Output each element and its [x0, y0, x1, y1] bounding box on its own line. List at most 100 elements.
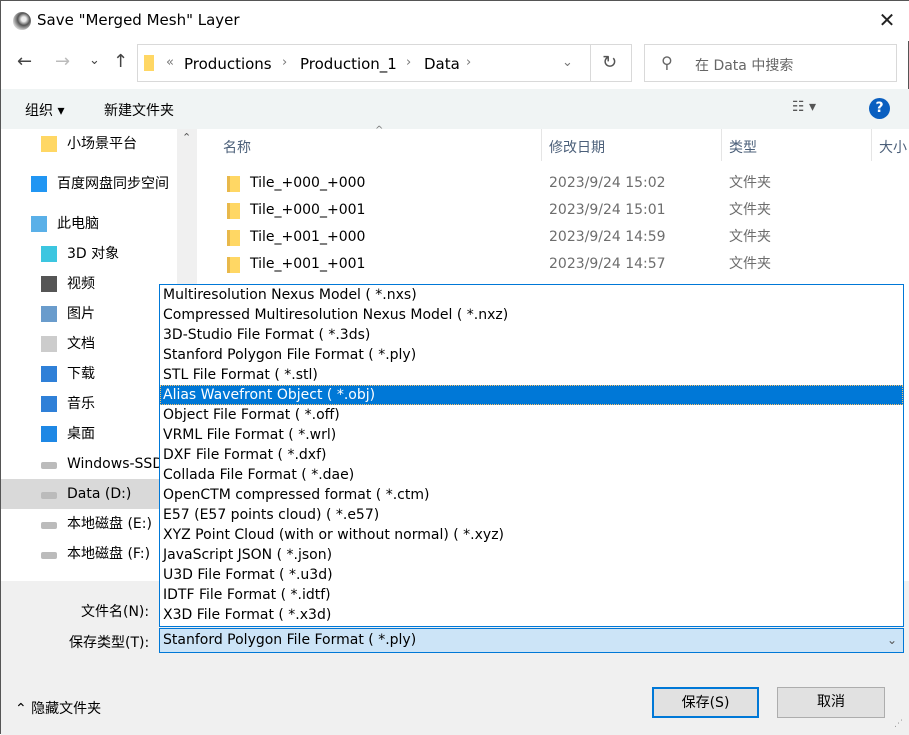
search-box[interactable]: ⚲ 在 Data 中搜索	[644, 44, 897, 82]
up-button[interactable]: ↑	[113, 51, 128, 72]
close-button[interactable]: ✕	[865, 5, 909, 37]
dropdown-option[interactable]: JavaScript JSON ( *.json)	[160, 545, 903, 565]
dropdown-option[interactable]: Stanford Polygon File Format ( *.ply)	[160, 345, 903, 365]
file-row[interactable]: Tile_+001_+001 2023/9/24 14:57 文件夹	[217, 251, 897, 278]
baidu-netdisk-icon	[31, 176, 47, 192]
organize-menu[interactable]: 组织 ▾	[25, 100, 64, 120]
file-date: 2023/9/24 15:01	[549, 202, 666, 218]
resize-grip-icon[interactable]: ⋰	[894, 719, 903, 729]
desktop-icon	[41, 426, 57, 442]
file-name: Tile_+001_+001	[250, 256, 366, 272]
hide-folders-button[interactable]: ⌃ 隐藏文件夹	[15, 698, 101, 718]
address-dropdown-button[interactable]: ⌄	[562, 55, 573, 70]
dropdown-option[interactable]: 3D-Studio File Format ( *.3ds)	[160, 325, 903, 345]
forward-button[interactable]: →	[55, 51, 70, 72]
dropdown-option[interactable]: OpenCTM compressed format ( *.ctm)	[160, 485, 903, 505]
sidebar-item[interactable]: Data (D:)	[1, 479, 177, 509]
sidebar-item[interactable]: 百度网盘同步空间	[1, 169, 177, 199]
dropdown-option[interactable]: VRML File Format ( *.wrl)	[160, 425, 903, 445]
dropdown-option[interactable]: Object File Format ( *.off)	[160, 405, 903, 425]
column-header-size[interactable]: 大小	[879, 137, 907, 157]
new-folder-button[interactable]: 新建文件夹	[104, 100, 174, 120]
breadcrumb-overflow[interactable]: «	[166, 55, 174, 70]
view-options-button[interactable]: ☷ ▾	[792, 99, 816, 115]
file-row[interactable]: Tile_+000_+000 2023/9/24 15:02 文件夹	[217, 170, 897, 197]
dropdown-option[interactable]: IDTF File Format ( *.idtf)	[160, 585, 903, 605]
sidebar-item[interactable]: 此电脑	[1, 209, 177, 239]
sidebar-item-label: 小场景平台	[67, 136, 137, 152]
save-type-dropdown-list[interactable]: Multiresolution Nexus Model ( *.nxs) Comp…	[159, 284, 904, 627]
save-button[interactable]: 保存(S)	[652, 687, 759, 718]
sidebar-item[interactable]: 3D 对象	[1, 239, 177, 269]
file-date: 2023/9/24 14:57	[549, 256, 666, 272]
music-icon	[41, 396, 57, 412]
dropdown-option[interactable]: Collada File Format ( *.dae)	[160, 465, 903, 485]
dropdown-option[interactable]: U3D File Format ( *.u3d)	[160, 565, 903, 585]
column-header-name[interactable]: 名称	[223, 137, 251, 157]
sidebar-item-label: 此电脑	[57, 216, 99, 232]
refresh-button[interactable]: ↻	[602, 52, 617, 73]
breadcrumb-data[interactable]: Data	[424, 55, 460, 73]
sidebar-item-label: 视频	[67, 276, 95, 292]
sidebar-item[interactable]: 桌面	[1, 419, 177, 449]
sidebar-item[interactable]: 本地磁盘 (F:)	[1, 539, 177, 569]
sidebar-item[interactable]: 本地磁盘 (E:)	[1, 509, 177, 539]
folder-icon	[227, 203, 240, 219]
filename-label: 文件名(N):	[81, 604, 150, 620]
breadcrumb-productions[interactable]: Productions	[184, 55, 272, 73]
breadcrumb-production-1[interactable]: Production_1	[300, 55, 397, 73]
sidebar-item-label: 图片	[67, 306, 95, 322]
chevron-right-icon: ›	[466, 55, 472, 70]
save-type-select[interactable]: Stanford Polygon File Format ( *.ply) ⌄	[159, 628, 904, 653]
sidebar-item[interactable]: Windows-SSD	[1, 449, 177, 479]
video-icon	[41, 276, 57, 292]
file-name: Tile_+000_+001	[250, 202, 366, 218]
sidebar-item[interactable]: 小场景平台	[1, 129, 177, 159]
dropdown-option[interactable]: DXF File Format ( *.dxf)	[160, 445, 903, 465]
file-row[interactable]: Tile_+001_+000 2023/9/24 14:59 文件夹	[217, 224, 897, 251]
scroll-up-icon[interactable]: ⌃	[182, 131, 191, 144]
file-row[interactable]: Tile_+000_+001 2023/9/24 15:01 文件夹	[217, 197, 897, 224]
sidebar-item[interactable]: 音乐	[1, 389, 177, 419]
dropdown-option[interactable]: X3D File Format ( *.x3d)	[160, 605, 903, 625]
save-type-value: Stanford Polygon File Format ( *.ply)	[163, 632, 417, 648]
dropdown-option[interactable]: E57 (E57 points cloud) ( *.e57)	[160, 505, 903, 525]
chevron-down-icon: ⌄	[886, 633, 897, 647]
download-icon	[41, 366, 57, 382]
recent-locations-button[interactable]: ⌄	[89, 53, 100, 68]
sidebar-item[interactable]: 文档	[1, 329, 177, 359]
sidebar-item-label: Data (D:)	[67, 486, 132, 502]
column-header-type[interactable]: 类型	[729, 137, 757, 157]
sidebar-item-label: 本地磁盘 (E:)	[67, 516, 152, 532]
search-input[interactable]: 在 Data 中搜索	[695, 55, 793, 75]
window-title: Save "Merged Mesh" Layer	[37, 11, 240, 29]
file-date: 2023/9/24 14:59	[549, 229, 666, 245]
column-header-date[interactable]: 修改日期	[549, 137, 605, 157]
computer-icon	[31, 216, 47, 232]
sidebar-item[interactable]: 下载	[1, 359, 177, 389]
file-type: 文件夹	[729, 229, 771, 245]
folder-icon	[227, 257, 240, 273]
file-type: 文件夹	[729, 175, 771, 191]
sidebar-item[interactable]: 视频	[1, 269, 177, 299]
sidebar-item-label: 桌面	[67, 426, 95, 442]
folder-icon	[227, 176, 240, 192]
sort-ascending-icon: ^	[375, 125, 384, 136]
search-icon: ⚲	[661, 53, 673, 72]
dropdown-option[interactable]: Compressed Multiresolution Nexus Model (…	[160, 305, 903, 325]
folder-icon	[41, 136, 57, 152]
sidebar-item[interactable]: 图片	[1, 299, 177, 329]
dropdown-option[interactable]: Alias Wavefront Object ( *.obj)	[160, 385, 903, 405]
dropdown-option[interactable]: STL File Format ( *.stl)	[160, 365, 903, 385]
file-name: Tile_+000_+000	[250, 175, 366, 191]
drive-icon	[41, 522, 57, 529]
drive-icon	[41, 462, 57, 469]
save-type-label: 保存类型(T):	[69, 635, 150, 651]
dropdown-option[interactable]: Multiresolution Nexus Model ( *.nxs)	[160, 285, 903, 305]
address-bar[interactable]: « Productions › Production_1 › Data › ⌄ …	[137, 44, 632, 82]
dropdown-option[interactable]: XYZ Point Cloud (with or without normal)…	[160, 525, 903, 545]
help-button[interactable]: ?	[869, 98, 890, 119]
back-button[interactable]: ←	[17, 51, 32, 72]
file-type: 文件夹	[729, 256, 771, 272]
cancel-button[interactable]: 取消	[777, 687, 885, 718]
